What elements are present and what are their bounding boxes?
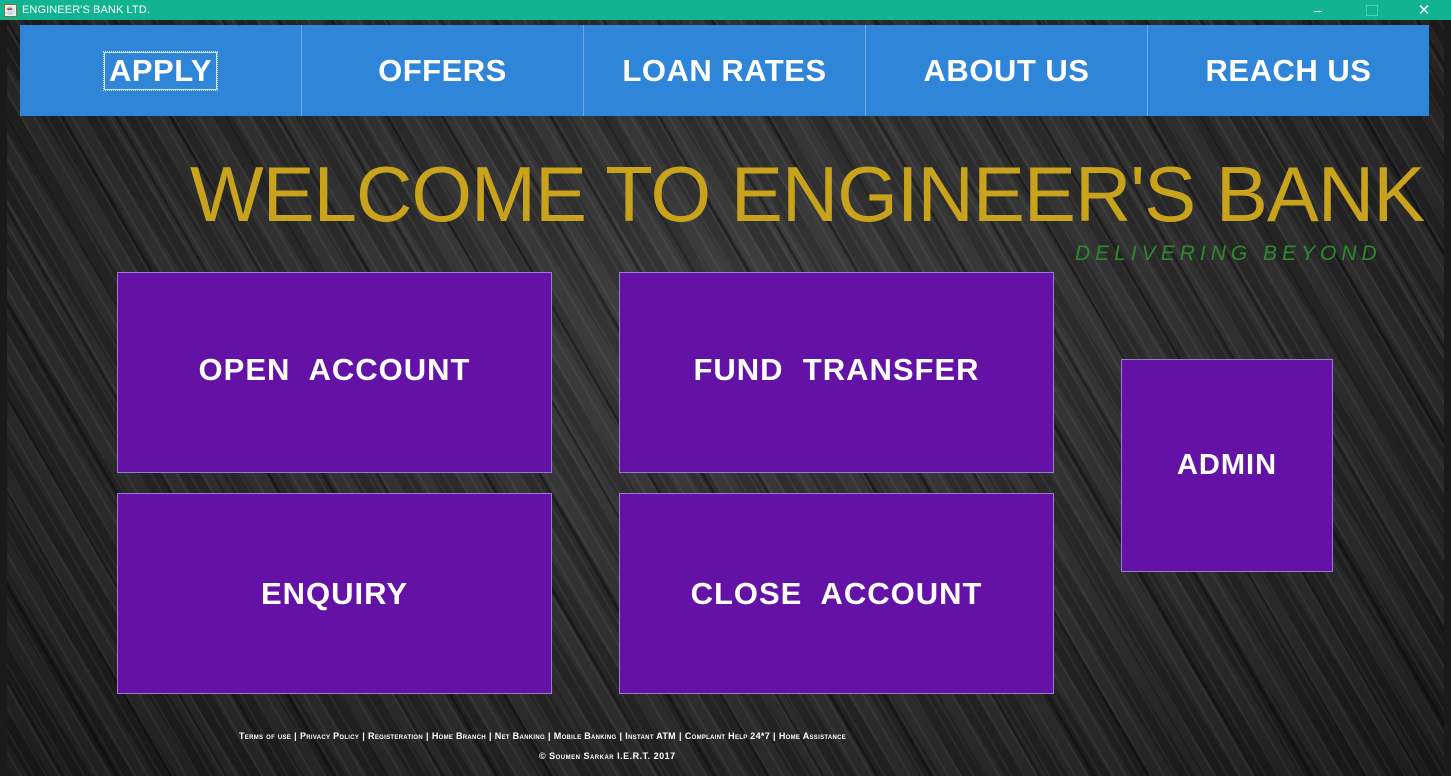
nav-loan-rates-label: LOAN RATES (622, 52, 827, 88)
footer-separator: | (294, 731, 297, 741)
nav-apply-label: APPLY (102, 50, 219, 91)
footer-separator: | (773, 731, 776, 741)
nav-apply-button[interactable]: APPLY (20, 25, 302, 116)
close-button[interactable]: ✕ (1404, 0, 1444, 20)
open-account-button[interactable]: OPEN ACCOUNT (117, 272, 552, 473)
maximize-button[interactable] (1352, 0, 1392, 20)
top-nav-bar: APPLY OFFERS LOAN RATES ABOUT US REACH U… (20, 25, 1429, 116)
nav-offers-label: OFFERS (378, 52, 507, 88)
minimize-button[interactable]: – (1298, 0, 1338, 20)
footer-link-terms[interactable]: Terms of use (239, 731, 291, 741)
footer-separator: | (362, 731, 366, 741)
main-panel: APPLY OFFERS LOAN RATES ABOUT US REACH U… (7, 20, 1444, 776)
nav-loan-rates-button[interactable]: LOAN RATES (584, 25, 866, 116)
footer-separator: | (547, 731, 551, 741)
window-title: ENGINEER'S BANK LTD. (22, 4, 150, 16)
footer-separator: | (426, 731, 429, 741)
footer-separator: | (488, 731, 492, 741)
welcome-heading: WELCOME TO ENGINEER'S BANK (190, 150, 1425, 238)
fund-transfer-button[interactable]: FUND TRANSFER (619, 272, 1054, 473)
close-account-button[interactable]: CLOSE ACCOUNT (619, 493, 1054, 694)
footer-link-net-banking[interactable]: Net Banking (495, 731, 545, 741)
footer-link-complaint-help[interactable]: Complaint Help 24*7 (685, 731, 770, 741)
java-app-icon: ☕ (4, 3, 17, 17)
nav-reach-us-button[interactable]: REACH US (1148, 25, 1429, 116)
footer-links: Terms of use | Privacy Policy | Registeratio… (239, 731, 846, 741)
copyright-notice: © Soumen Sarkar I.E.R.T. 2017 (539, 751, 676, 761)
footer-link-instant-atm[interactable]: Instant ATM (625, 731, 676, 741)
maximize-icon (1366, 4, 1378, 16)
admin-button[interactable]: ADMIN (1121, 359, 1333, 572)
nav-reach-us-label: REACH US (1205, 52, 1372, 88)
window-titlebar: ☕ ENGINEER'S BANK LTD. – ✕ (0, 0, 1451, 20)
enquiry-button[interactable]: ENQUIRY (117, 493, 552, 694)
footer-separator: | (619, 731, 623, 741)
footer-link-home-assistance[interactable]: Home Assistance (779, 731, 846, 741)
footer-link-privacy[interactable]: Privacy Policy (300, 731, 359, 741)
nav-about-us-label: ABOUT US (923, 52, 1090, 88)
tagline: DELIVERING BEYOND (1075, 242, 1382, 265)
footer-link-registration[interactable]: Registeration (368, 731, 423, 741)
nav-about-us-button[interactable]: ABOUT US (866, 25, 1148, 116)
footer-separator: | (678, 731, 682, 741)
footer-link-home-branch[interactable]: Home Branch (432, 731, 486, 741)
nav-offers-button[interactable]: OFFERS (302, 25, 584, 116)
footer-link-mobile-banking[interactable]: Mobile Banking (554, 731, 617, 741)
